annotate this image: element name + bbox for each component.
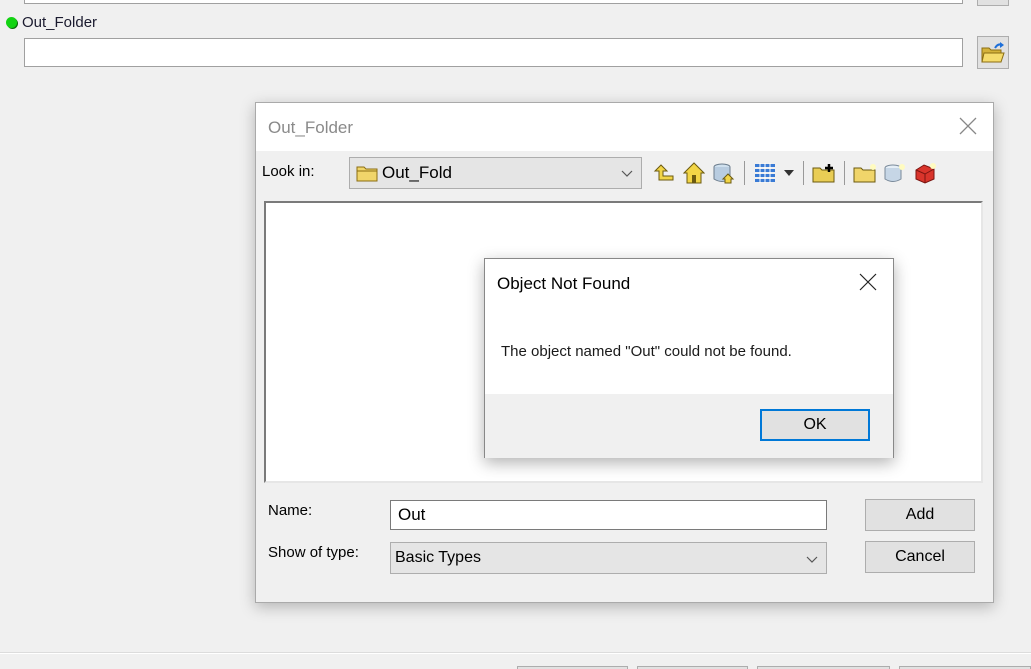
look-in-dropdown[interactable]: Out_Fold [349,157,642,189]
previous-browse-button[interactable] [977,0,1009,6]
dialog-titlebar: Out_Folder [256,103,993,151]
new-folder-icon[interactable] [853,161,877,185]
view-list-icon[interactable] [753,161,777,185]
look-in-label: Look in: [262,163,315,180]
new-toolbox-icon[interactable] [913,161,937,185]
chevron-down-icon [621,170,633,177]
previous-parameter-input[interactable] [24,0,963,4]
out-folder-input[interactable] [24,38,963,67]
connect-to-folder-icon[interactable] [812,161,836,185]
dialog-toolbar [652,157,937,189]
message-footer: OK [485,394,893,458]
folder-icon [356,166,378,182]
required-status-icon [6,17,17,28]
name-label: Name: [268,502,313,519]
toolbar-separator [844,161,845,185]
look-in-value: Out_Fold [382,163,452,182]
show-of-type-dropdown[interactable]: Basic Types [390,542,827,574]
connect-to-database-icon[interactable] [712,161,736,185]
browse-button[interactable] [977,36,1009,69]
message-text: The object named "Out" could not be foun… [501,343,792,360]
toolbar-separator [744,161,745,185]
view-dropdown-icon[interactable] [783,161,795,185]
home-folder-icon[interactable] [682,161,706,185]
cancel-button[interactable]: Cancel [865,541,975,573]
message-title: Object Not Found [497,274,631,293]
close-icon[interactable] [957,115,979,137]
close-icon[interactable] [859,273,877,291]
up-one-level-icon[interactable] [652,161,676,185]
show-of-type-label: Show of type: [268,544,359,561]
new-geodatabase-icon[interactable] [883,161,907,185]
out-folder-label: Out_Folder [22,14,98,31]
dialog-title: Out_Folder [268,118,354,137]
show-of-type-value: Basic Types [395,549,481,566]
out-folder-parameter: Out_Folder [6,14,97,31]
ok-button[interactable]: OK [760,409,870,441]
toolbar-separator [803,161,804,185]
object-not-found-dialog: Object Not Found The object named "Out" … [484,258,894,458]
add-button[interactable]: Add [865,499,975,531]
name-input[interactable] [390,500,827,530]
footer-divider [0,652,1031,654]
folder-open-arrow-icon [981,41,1005,62]
chevron-down-icon [806,556,818,563]
